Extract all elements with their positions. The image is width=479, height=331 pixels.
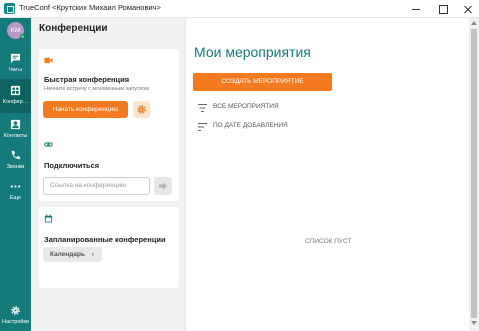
chat-icon — [10, 53, 21, 64]
calendar-button[interactable]: Календарь › — [43, 247, 102, 262]
join-conference-button[interactable] — [154, 177, 172, 195]
contacts-icon — [10, 119, 21, 130]
scheduled-conferences-card: Запланированные конференции Календарь › — [39, 207, 179, 288]
close-button[interactable] — [454, 0, 479, 18]
sort-by-date[interactable]: ПО ДАТЕ ДОБАВЛЕНИЯ — [198, 121, 398, 133]
maximize-button[interactable] — [429, 0, 457, 18]
create-event-button[interactable]: СОЗДАТЬ МЕРОПРИЯТИЕ — [193, 73, 332, 91]
quick-conference-settings-button[interactable] — [133, 101, 150, 118]
events-panel: Мои мероприятия СОЗДАТЬ МЕРОПРИЯТИЕ ВСЕ … — [185, 18, 469, 331]
nav-label: Конфер… — [2, 99, 29, 105]
arrow-right-icon — [159, 182, 167, 190]
nav-item-more[interactable]: Еще — [0, 175, 31, 209]
filter-icon — [198, 104, 207, 112]
nav-rail: KM Чаты Конфер… Контакты Звонки Еще Наст… — [0, 18, 31, 331]
nav-item-contacts[interactable]: Контакты — [0, 113, 31, 147]
sort-icon — [198, 123, 207, 131]
calendar-icon — [44, 214, 53, 223]
title-bar: TrueConf <Крутских Михаил Романович> — [0, 0, 479, 18]
link-icon — [44, 142, 53, 147]
presence-status-icon — [20, 34, 25, 39]
video-camera-icon — [44, 57, 53, 64]
conference-link-input[interactable]: Ссылка на конференцию — [43, 177, 150, 195]
nav-item-settings[interactable]: Настройки — [0, 299, 31, 331]
scroll-down-arrow[interactable] — [471, 321, 477, 325]
sort-label: ПО ДАТЕ ДОБАВЛЕНИЯ — [213, 122, 288, 129]
gear-icon — [11, 306, 20, 315]
nav-item-calls[interactable]: Звонки — [0, 144, 31, 178]
more-icon — [10, 185, 21, 188]
scroll-thumb[interactable] — [471, 29, 477, 318]
quick-conference-card: Быстрая конференция Начните встречу с мг… — [39, 49, 179, 145]
nav-item-conferences[interactable]: Конфер… — [0, 79, 31, 113]
page-title: Мои мероприятия — [194, 44, 311, 60]
filter-label: ВСЕ МЕРОПРИЯТИЯ — [213, 103, 279, 110]
trueconf-logo-icon — [4, 3, 15, 14]
nav-label: Чаты — [8, 67, 23, 73]
card-subtitle: Начните встречу с мгновенным запуском — [44, 86, 149, 92]
nav-label: Контакты — [3, 133, 28, 139]
nav-label: Еще — [9, 195, 22, 201]
filter-all-events[interactable]: ВСЕ МЕРОПРИЯТИЯ — [198, 102, 398, 114]
empty-list-message: СПИСОК ПУСТ — [305, 238, 352, 245]
nav-label: Настройки — [2, 319, 29, 325]
scrollbar[interactable] — [469, 18, 479, 331]
conferences-icon — [10, 85, 21, 96]
card-title: Быстрая конференция — [44, 75, 130, 84]
join-conference-card: Подключиться Ссылка на конференцию — [39, 133, 179, 201]
window-title: TrueConf <Крутских Михаил Романович> — [19, 3, 161, 12]
card-title: Подключиться — [44, 161, 100, 170]
gear-icon — [137, 105, 146, 114]
panel-title: Конференции — [39, 23, 108, 34]
start-conference-button[interactable]: Начать конференцию — [43, 101, 128, 118]
chevron-right-icon: › — [91, 251, 94, 258]
scroll-up-arrow[interactable] — [471, 21, 477, 25]
conferences-panel: Конференции Быстрая конференция Начните … — [31, 18, 185, 331]
minimize-button[interactable] — [402, 0, 430, 18]
nav-label: Звонки — [6, 164, 25, 170]
card-title: Запланированные конференции — [44, 235, 166, 244]
nav-item-chats[interactable]: Чаты — [0, 47, 31, 81]
calendar-button-label: Календарь — [50, 251, 85, 258]
phone-icon — [11, 150, 21, 160]
